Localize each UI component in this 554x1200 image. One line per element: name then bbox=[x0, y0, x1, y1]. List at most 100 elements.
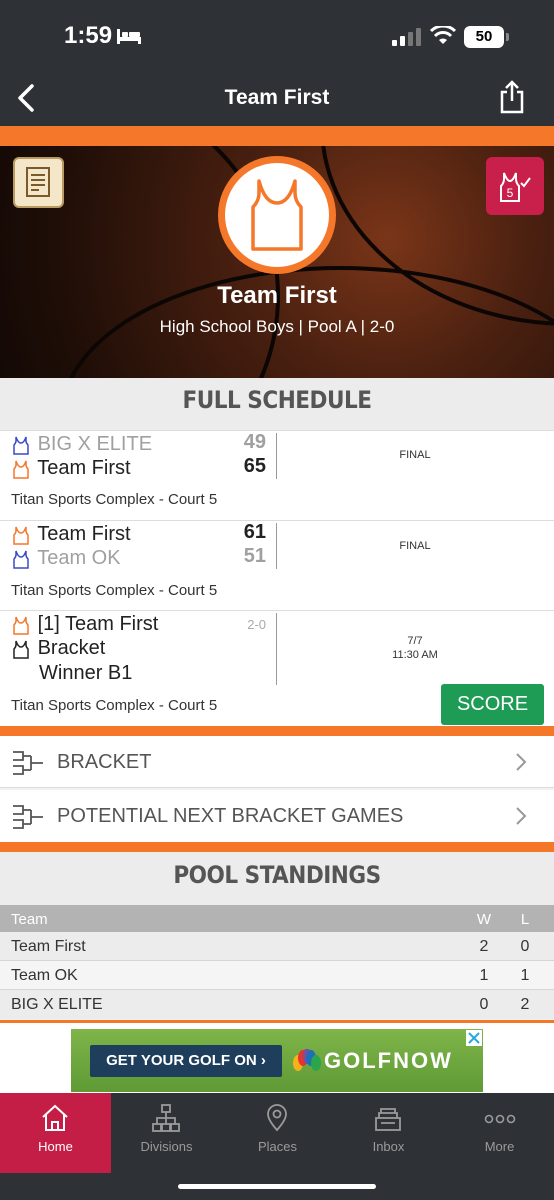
jersey-icon bbox=[251, 179, 303, 251]
jersey-icon bbox=[13, 550, 29, 569]
game-team-row: Bracket bbox=[10, 635, 105, 661]
column-losses: L bbox=[520, 911, 530, 928]
accent-divider bbox=[0, 726, 554, 736]
standing-wins: 2 bbox=[479, 938, 489, 955]
battery-tip bbox=[506, 33, 509, 41]
divider bbox=[276, 523, 277, 569]
jersey-icon bbox=[13, 640, 29, 659]
divider bbox=[276, 433, 277, 479]
tab-divisions[interactable]: Divisions bbox=[111, 1093, 222, 1173]
map-pin-icon bbox=[267, 1104, 287, 1132]
tab-more[interactable]: More bbox=[444, 1093, 554, 1173]
game-team-row: BIG X ELITE bbox=[10, 431, 152, 457]
standings-column-header: Team W L bbox=[0, 905, 554, 932]
ad-cta[interactable]: GET YOUR GOLF ON › bbox=[90, 1045, 282, 1077]
game-venue: Titan Sports Complex - Court 5 bbox=[11, 697, 218, 714]
game-team-row: Team First bbox=[10, 455, 131, 481]
link-label: BRACKET bbox=[57, 751, 152, 773]
game-card[interactable]: Team First 61 Team OK 51 FINAL Titan Spo… bbox=[0, 520, 554, 610]
more-icon bbox=[484, 1114, 516, 1124]
bracket-icon bbox=[13, 805, 43, 829]
standing-wins: 1 bbox=[479, 967, 489, 984]
cell-signal-icon bbox=[392, 28, 421, 46]
badge-number: 5 bbox=[507, 186, 514, 200]
team-name: [1] Team First bbox=[37, 613, 159, 635]
battery-indicator: 50 bbox=[464, 26, 504, 48]
share-icon[interactable] bbox=[498, 80, 526, 114]
game-team-row: [1] Team First bbox=[10, 611, 158, 637]
standing-wins: 0 bbox=[479, 996, 489, 1013]
game-status: FINAL bbox=[399, 540, 431, 552]
game-status: FINAL bbox=[399, 449, 431, 461]
standing-team: BIG X ELITE bbox=[11, 996, 103, 1013]
schedule-header: FULL SCHEDULE bbox=[0, 378, 554, 430]
standing-team: Team First bbox=[11, 938, 86, 955]
wifi-icon bbox=[430, 26, 456, 44]
tab-home[interactable]: Home bbox=[0, 1093, 111, 1173]
jersey-check-icon: 5 bbox=[500, 172, 531, 202]
standings-row[interactable]: BIG X ELITE 0 2 bbox=[0, 990, 554, 1019]
tab-places[interactable]: Places bbox=[222, 1093, 333, 1173]
game-date: 7/7 bbox=[407, 635, 423, 647]
inbox-icon bbox=[375, 1108, 401, 1131]
accent-strip bbox=[0, 126, 554, 146]
game-team-row: Team First bbox=[10, 521, 131, 547]
tab-label: Places bbox=[257, 1139, 298, 1154]
team-name: Team First bbox=[217, 282, 337, 309]
nav-bar: Team First bbox=[0, 70, 554, 126]
team-score: 51 bbox=[243, 545, 266, 567]
ad-close-button[interactable] bbox=[466, 1030, 482, 1046]
notes-button[interactable] bbox=[13, 157, 64, 208]
chevron-right-icon bbox=[516, 807, 527, 825]
chevron-right-icon bbox=[516, 753, 527, 771]
team-name: Team First bbox=[37, 523, 131, 545]
ad-brand: GOLFNOW bbox=[324, 1048, 453, 1073]
standing-losses: 2 bbox=[520, 996, 530, 1013]
check-in-button[interactable]: 5 bbox=[486, 157, 544, 215]
jersey-icon bbox=[13, 436, 29, 455]
standing-losses: 1 bbox=[520, 967, 530, 984]
game-venue: Titan Sports Complex - Court 5 bbox=[11, 582, 218, 599]
tab-label: Home bbox=[38, 1139, 73, 1154]
potential-next-games-link[interactable]: POTENTIAL NEXT BRACKET GAMES bbox=[0, 790, 554, 842]
sleep-focus-icon bbox=[117, 29, 141, 44]
status-bar: 1:59 50 bbox=[0, 0, 554, 70]
standings-row[interactable]: Team OK 1 1 bbox=[0, 961, 554, 990]
team-subtitle: High School Boys | Pool A | 2-0 bbox=[159, 317, 395, 336]
team-logo bbox=[218, 156, 336, 274]
bracket-icon bbox=[13, 751, 43, 775]
tab-label: More bbox=[484, 1139, 515, 1154]
standing-team: Team OK bbox=[11, 967, 78, 984]
accent-divider bbox=[0, 842, 554, 852]
jersey-icon bbox=[13, 526, 29, 545]
column-wins: W bbox=[476, 911, 492, 928]
team-record: 2-0 bbox=[247, 617, 266, 632]
bracket-link[interactable]: BRACKET bbox=[0, 736, 554, 788]
link-label: POTENTIAL NEXT BRACKET GAMES bbox=[57, 805, 404, 827]
status-time: 1:59 bbox=[64, 22, 113, 49]
column-team: Team bbox=[11, 911, 48, 928]
game-time: 11:30 AM bbox=[392, 649, 438, 661]
tab-inbox[interactable]: Inbox bbox=[333, 1093, 444, 1173]
jersey-icon bbox=[13, 460, 29, 479]
divisions-icon bbox=[152, 1104, 180, 1132]
home-indicator bbox=[178, 1184, 376, 1189]
home-icon bbox=[42, 1104, 68, 1131]
tab-label: Inbox bbox=[372, 1139, 405, 1154]
team-name: Team OK bbox=[37, 547, 121, 569]
game-team-row: Team OK bbox=[10, 545, 121, 571]
team-score: 65 bbox=[243, 455, 266, 477]
team-name: BIG X ELITE bbox=[37, 433, 153, 455]
game-venue: Titan Sports Complex - Court 5 bbox=[11, 491, 218, 508]
team-name: Bracket bbox=[37, 637, 106, 659]
notes-icon bbox=[26, 167, 50, 197]
standing-losses: 0 bbox=[520, 938, 530, 955]
standings-row[interactable]: Team First 2 0 bbox=[0, 932, 554, 961]
divider bbox=[276, 613, 277, 685]
score-button[interactable]: SCORE bbox=[441, 684, 544, 725]
team-name: Team First bbox=[37, 457, 131, 479]
page-title: Team First bbox=[224, 86, 330, 109]
game-card[interactable]: BIG X ELITE 49 Team First 65 FINAL Titan… bbox=[0, 430, 554, 520]
peacock-logo-icon bbox=[293, 1049, 321, 1071]
tab-label: Divisions bbox=[140, 1139, 193, 1154]
